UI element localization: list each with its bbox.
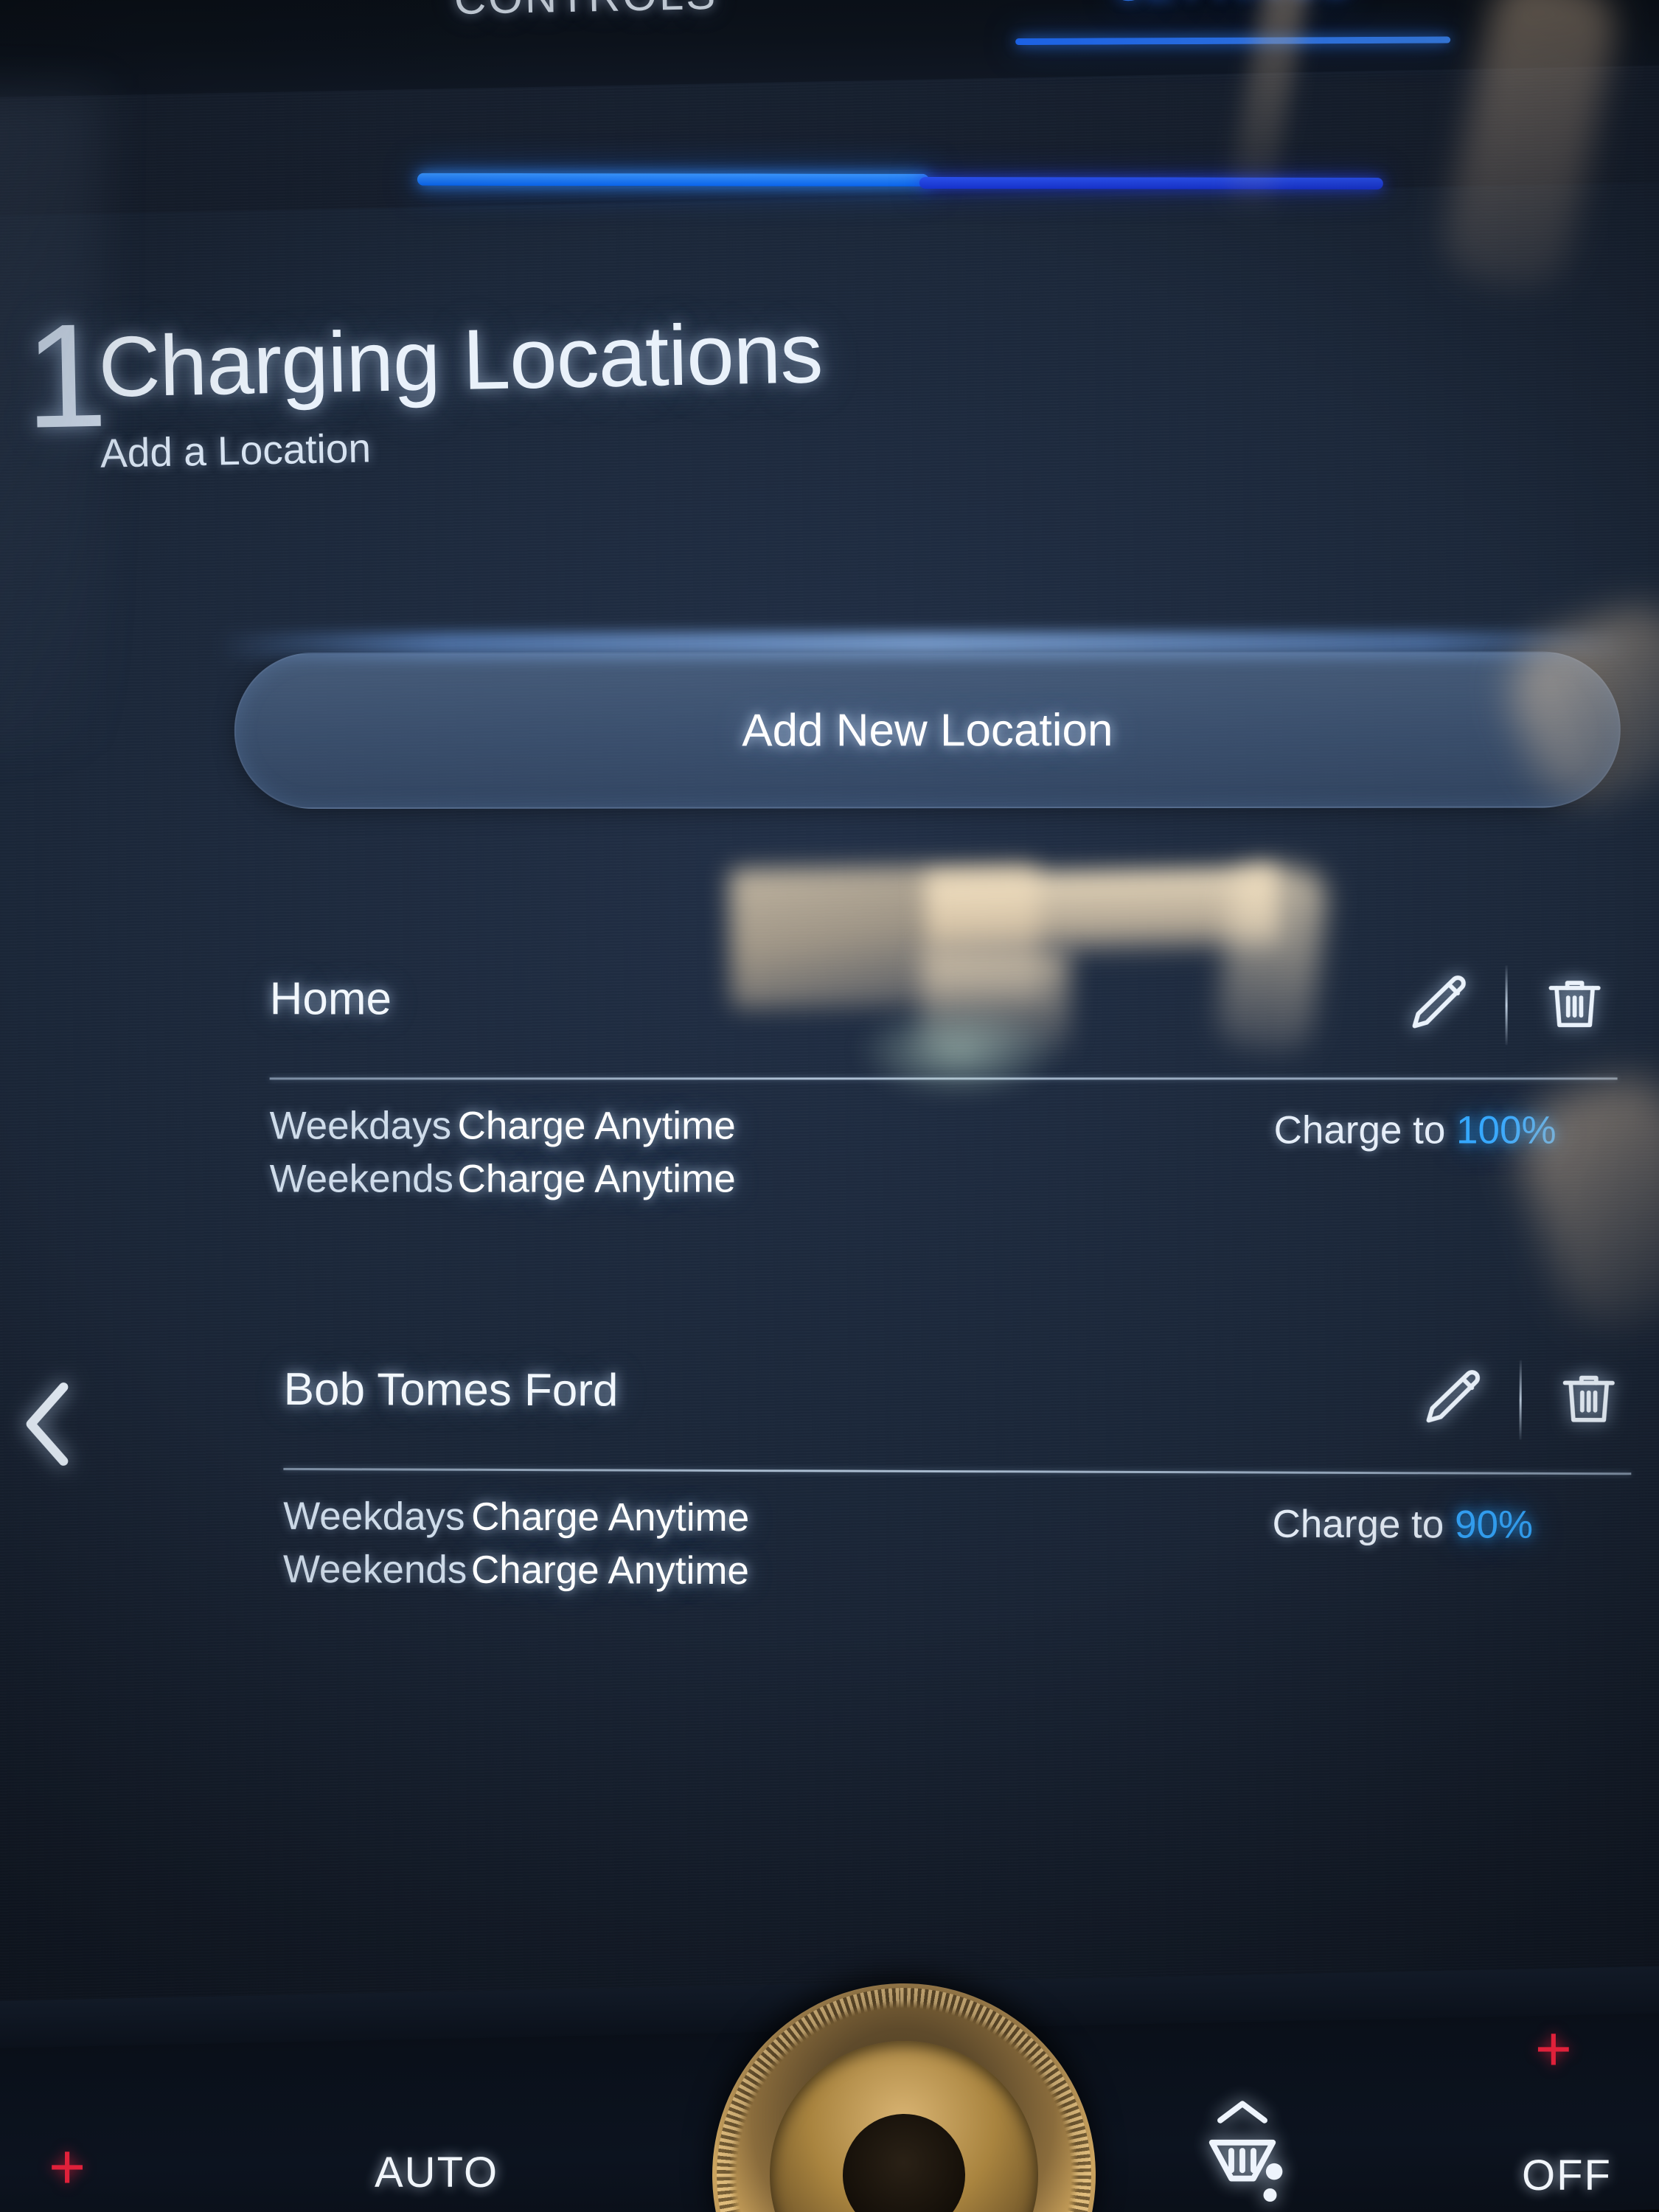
tab-settings[interactable]: SETTINGS (1113, 0, 1353, 11)
schedule-row[interactable]: Weekends Charge Anytime (283, 1547, 749, 1601)
trash-icon (1555, 1364, 1623, 1436)
action-divider (1505, 965, 1508, 1046)
location-details: Weekdays Charge Anytime Weekends Charge … (270, 1079, 1656, 1220)
charge-limit-prefix: Charge to (1273, 1108, 1457, 1152)
charge-limit[interactable]: Charge to 90% (1272, 1502, 1533, 1548)
schedule-day-label: Weekends (269, 1157, 454, 1201)
step-number: 1 (23, 293, 109, 459)
location-card: Bob Tomes Ford Weekdays Charge Anytime W… (283, 1350, 1659, 1615)
passenger-temp-up-button[interactable]: + (1535, 2017, 1572, 2081)
trash-icon (1541, 970, 1609, 1041)
schedule-mode-value: Charge Anytime (471, 1495, 750, 1540)
pencil-icon (1417, 1363, 1488, 1437)
charge-limit-value: 90% (1454, 1503, 1534, 1547)
location-header: Bob Tomes Ford (283, 1350, 1659, 1473)
edit-location-button[interactable] (1391, 961, 1486, 1049)
infotainment-photo: CONTROLS SETTINGS 1 Charging Locations A… (0, 0, 1659, 2212)
location-name: Home (269, 973, 392, 1025)
schedule-day-label: Weekdays (283, 1494, 465, 1539)
charge-limit-prefix: Charge to (1272, 1502, 1455, 1547)
location-card: Home Weekdays Charge Anytime Weekends Ch… (269, 959, 1656, 1220)
schedule-mode-value: Charge Anytime (457, 1104, 736, 1148)
schedule-row[interactable]: Weekends Charge Anytime (270, 1156, 736, 1209)
action-divider (1519, 1360, 1522, 1440)
page-progress-bar[interactable] (417, 173, 1383, 190)
location-actions (1391, 961, 1623, 1049)
top-tab-bar: CONTROLS SETTINGS (0, 0, 1642, 79)
driver-temp-up-button[interactable]: + (49, 2135, 86, 2199)
location-header: Home (270, 959, 1656, 1077)
charge-limit-value: 100% (1456, 1108, 1557, 1152)
chevron-left-icon (15, 1382, 81, 1475)
delete-location-button[interactable] (1527, 961, 1623, 1049)
front-defrost-button[interactable] (1187, 2096, 1298, 2206)
schedule-day-label: Weekdays (269, 1104, 452, 1148)
auto-climate-button[interactable]: AUTO (375, 2148, 498, 2197)
page-subtitle: Add a Location (100, 425, 372, 476)
fan-off-button[interactable]: OFF (1522, 2151, 1612, 2200)
front-defrost-icon (1187, 2101, 1298, 2209)
pencil-icon (1403, 968, 1474, 1043)
back-button[interactable] (15, 1376, 81, 1472)
location-name: Bob Tomes Ford (283, 1363, 619, 1416)
schedule-row[interactable]: Weekdays Charge Anytime (270, 1103, 736, 1156)
charge-schedule: Weekdays Charge Anytime Weekends Charge … (270, 1103, 736, 1209)
charge-schedule: Weekdays Charge Anytime Weekends Charge … (283, 1494, 750, 1601)
screen-content: CONTROLS SETTINGS 1 Charging Locations A… (0, 0, 1659, 2212)
page-progress-remaining (919, 176, 1383, 190)
tab-controls[interactable]: CONTROLS (453, 0, 718, 24)
page-progress-filled (417, 173, 930, 187)
add-new-location-button[interactable]: Add New Location (234, 651, 1621, 810)
schedule-mode-value: Charge Anytime (457, 1157, 736, 1201)
edit-location-button[interactable] (1404, 1355, 1500, 1444)
delete-location-button[interactable] (1540, 1356, 1636, 1444)
schedule-row[interactable]: Weekdays Charge Anytime (283, 1494, 749, 1548)
add-new-location-label: Add New Location (742, 704, 1113, 757)
schedule-mode-value: Charge Anytime (470, 1548, 750, 1593)
schedule-day-label: Weekends (282, 1547, 467, 1592)
location-details: Weekdays Charge Anytime Weekends Charge … (283, 1470, 1659, 1615)
location-actions (1404, 1355, 1636, 1444)
page-title: Charging Locations (97, 305, 824, 415)
charge-limit[interactable]: Charge to 100% (1274, 1107, 1557, 1152)
tab-active-indicator (1015, 36, 1451, 46)
